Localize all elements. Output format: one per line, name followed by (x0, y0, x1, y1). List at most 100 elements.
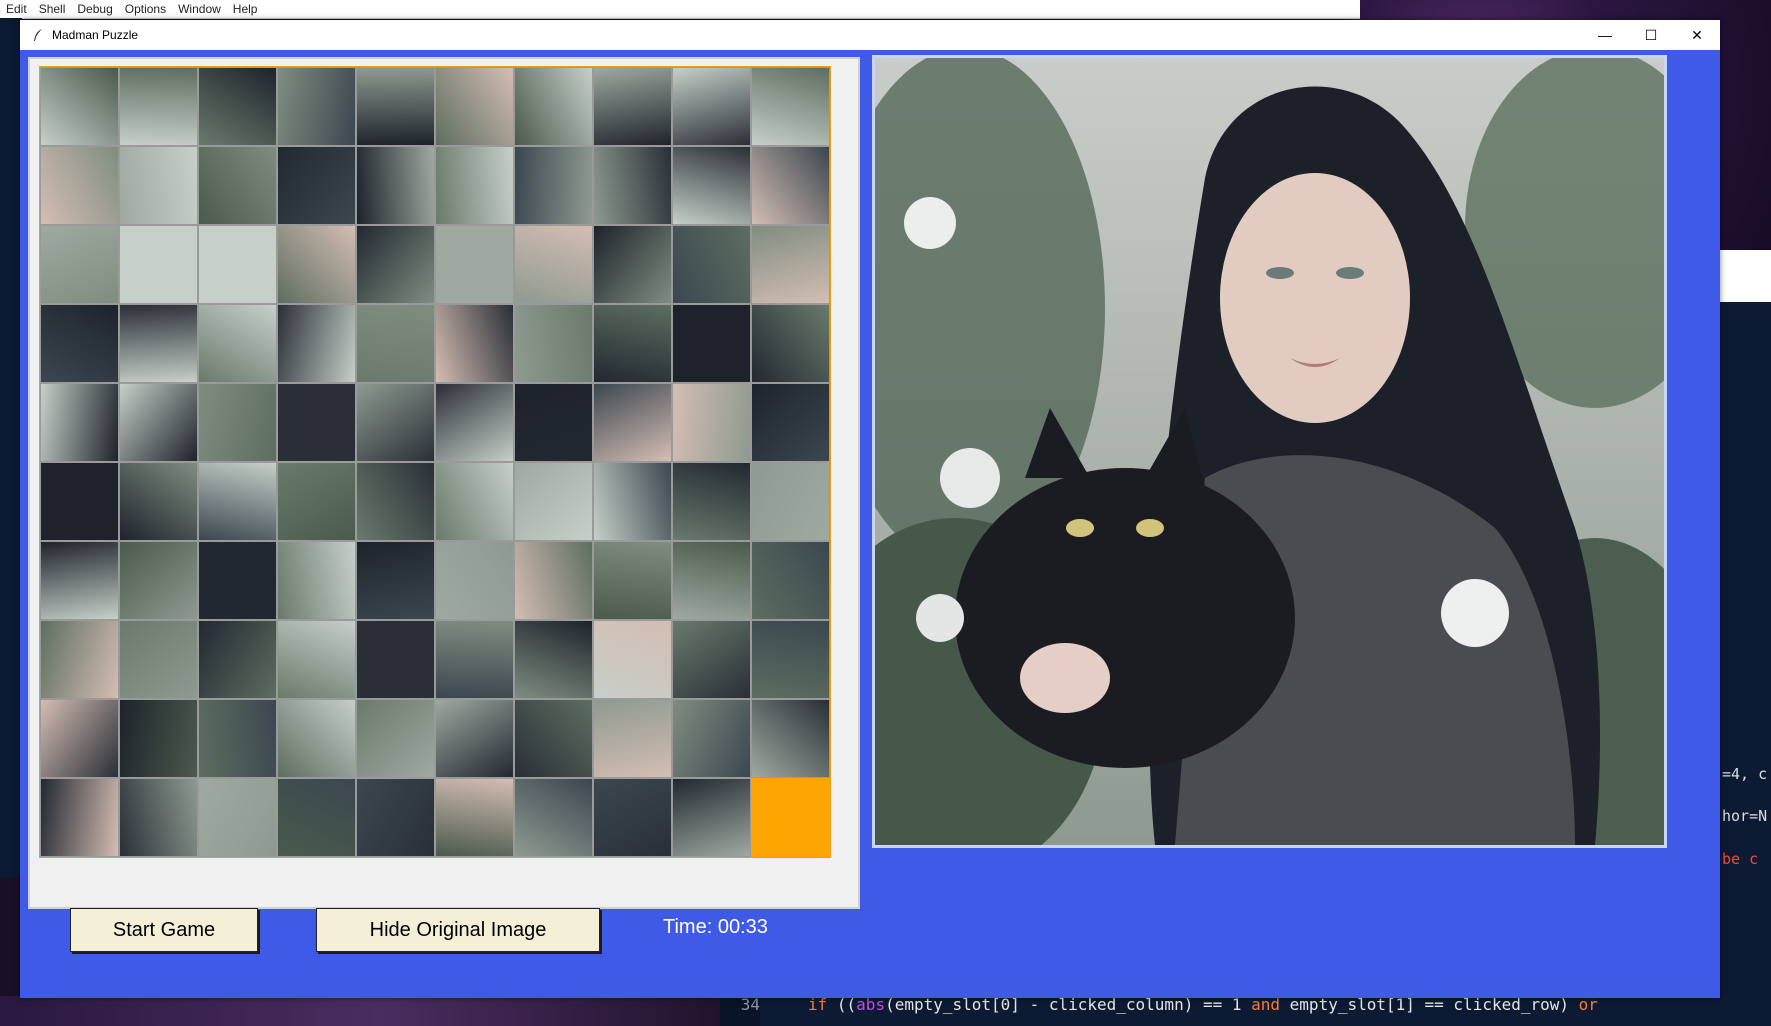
puzzle-tile[interactable] (277, 383, 356, 462)
puzzle-tile[interactable] (672, 462, 751, 541)
puzzle-tile[interactable] (672, 620, 751, 699)
puzzle-tile[interactable] (672, 541, 751, 620)
puzzle-tile[interactable] (40, 383, 119, 462)
puzzle-tile[interactable] (119, 620, 198, 699)
puzzle-tile[interactable] (672, 699, 751, 778)
puzzle-tile[interactable] (593, 383, 672, 462)
hide-original-image-button[interactable]: Hide Original Image (316, 908, 600, 952)
puzzle-tile[interactable] (40, 541, 119, 620)
puzzle-tile[interactable] (593, 778, 672, 857)
puzzle-tile[interactable] (40, 67, 119, 146)
puzzle-tile[interactable] (277, 462, 356, 541)
menu-window[interactable]: Window (172, 2, 227, 16)
puzzle-tile[interactable] (356, 146, 435, 225)
puzzle-tile[interactable] (119, 67, 198, 146)
puzzle-tile[interactable] (593, 304, 672, 383)
puzzle-tile[interactable] (40, 225, 119, 304)
menu-edit[interactable]: Edit (0, 2, 33, 16)
window-titlebar[interactable]: Madman Puzzle — ☐ ✕ (20, 20, 1720, 50)
puzzle-tile[interactable] (751, 146, 830, 225)
puzzle-tile[interactable] (356, 225, 435, 304)
puzzle-tile[interactable] (593, 620, 672, 699)
puzzle-tile[interactable] (198, 225, 277, 304)
puzzle-tile[interactable] (751, 620, 830, 699)
puzzle-tile[interactable] (198, 620, 277, 699)
puzzle-tile[interactable] (751, 541, 830, 620)
puzzle-tile[interactable] (356, 67, 435, 146)
puzzle-tile[interactable] (356, 699, 435, 778)
puzzle-tile[interactable] (435, 462, 514, 541)
puzzle-tile[interactable] (119, 462, 198, 541)
puzzle-tile[interactable] (356, 620, 435, 699)
puzzle-tile[interactable] (514, 383, 593, 462)
puzzle-empty-slot[interactable] (751, 778, 830, 857)
menu-options[interactable]: Options (119, 2, 172, 16)
puzzle-tile[interactable] (514, 462, 593, 541)
puzzle-tile[interactable] (277, 699, 356, 778)
puzzle-tile[interactable] (119, 778, 198, 857)
puzzle-tile[interactable] (277, 541, 356, 620)
puzzle-tile[interactable] (356, 541, 435, 620)
puzzle-tile[interactable] (514, 699, 593, 778)
puzzle-tile[interactable] (672, 383, 751, 462)
puzzle-tile[interactable] (672, 778, 751, 857)
puzzle-tile[interactable] (40, 620, 119, 699)
puzzle-tile[interactable] (514, 541, 593, 620)
puzzle-tile[interactable] (514, 146, 593, 225)
puzzle-tile[interactable] (514, 67, 593, 146)
puzzle-tile[interactable] (435, 146, 514, 225)
puzzle-tile[interactable] (198, 67, 277, 146)
puzzle-tile[interactable] (40, 146, 119, 225)
puzzle-tile[interactable] (751, 383, 830, 462)
puzzle-tile[interactable] (514, 225, 593, 304)
puzzle-tile[interactable] (593, 146, 672, 225)
puzzle-tile[interactable] (435, 383, 514, 462)
puzzle-tile[interactable] (514, 620, 593, 699)
puzzle-tile[interactable] (514, 304, 593, 383)
puzzle-tile[interactable] (435, 699, 514, 778)
puzzle-tile[interactable] (119, 225, 198, 304)
puzzle-tile[interactable] (277, 304, 356, 383)
puzzle-tile[interactable] (751, 462, 830, 541)
puzzle-tile[interactable] (198, 146, 277, 225)
puzzle-tile[interactable] (40, 699, 119, 778)
puzzle-tile[interactable] (593, 699, 672, 778)
puzzle-tile[interactable] (277, 778, 356, 857)
start-game-button[interactable]: Start Game (70, 908, 258, 952)
puzzle-tile[interactable] (198, 383, 277, 462)
puzzle-tile[interactable] (751, 304, 830, 383)
puzzle-tile[interactable] (119, 541, 198, 620)
puzzle-tile[interactable] (119, 304, 198, 383)
puzzle-tile[interactable] (672, 146, 751, 225)
puzzle-tile[interactable] (672, 67, 751, 146)
maximize-button[interactable]: ☐ (1628, 20, 1674, 50)
menu-help[interactable]: Help (227, 2, 264, 16)
puzzle-tile[interactable] (751, 67, 830, 146)
puzzle-tile[interactable] (435, 620, 514, 699)
puzzle-tile[interactable] (40, 304, 119, 383)
puzzle-tile[interactable] (435, 778, 514, 857)
puzzle-tile[interactable] (435, 67, 514, 146)
puzzle-tile[interactable] (672, 225, 751, 304)
puzzle-tile[interactable] (198, 462, 277, 541)
puzzle-tile[interactable] (277, 146, 356, 225)
puzzle-tile[interactable] (356, 383, 435, 462)
puzzle-tile[interactable] (514, 778, 593, 857)
puzzle-tile[interactable] (198, 304, 277, 383)
puzzle-tile[interactable] (435, 304, 514, 383)
puzzle-tile[interactable] (593, 67, 672, 146)
puzzle-tile[interactable] (356, 304, 435, 383)
puzzle-tile[interactable] (119, 146, 198, 225)
puzzle-tile[interactable] (40, 778, 119, 857)
puzzle-tile[interactable] (593, 462, 672, 541)
puzzle-tile[interactable] (435, 541, 514, 620)
puzzle-tile[interactable] (751, 225, 830, 304)
puzzle-tile[interactable] (277, 67, 356, 146)
puzzle-tile[interactable] (40, 462, 119, 541)
puzzle-tile[interactable] (593, 225, 672, 304)
puzzle-tile[interactable] (751, 699, 830, 778)
close-button[interactable]: ✕ (1674, 20, 1720, 50)
puzzle-tile[interactable] (435, 225, 514, 304)
puzzle-tile[interactable] (198, 778, 277, 857)
puzzle-tile[interactable] (198, 699, 277, 778)
